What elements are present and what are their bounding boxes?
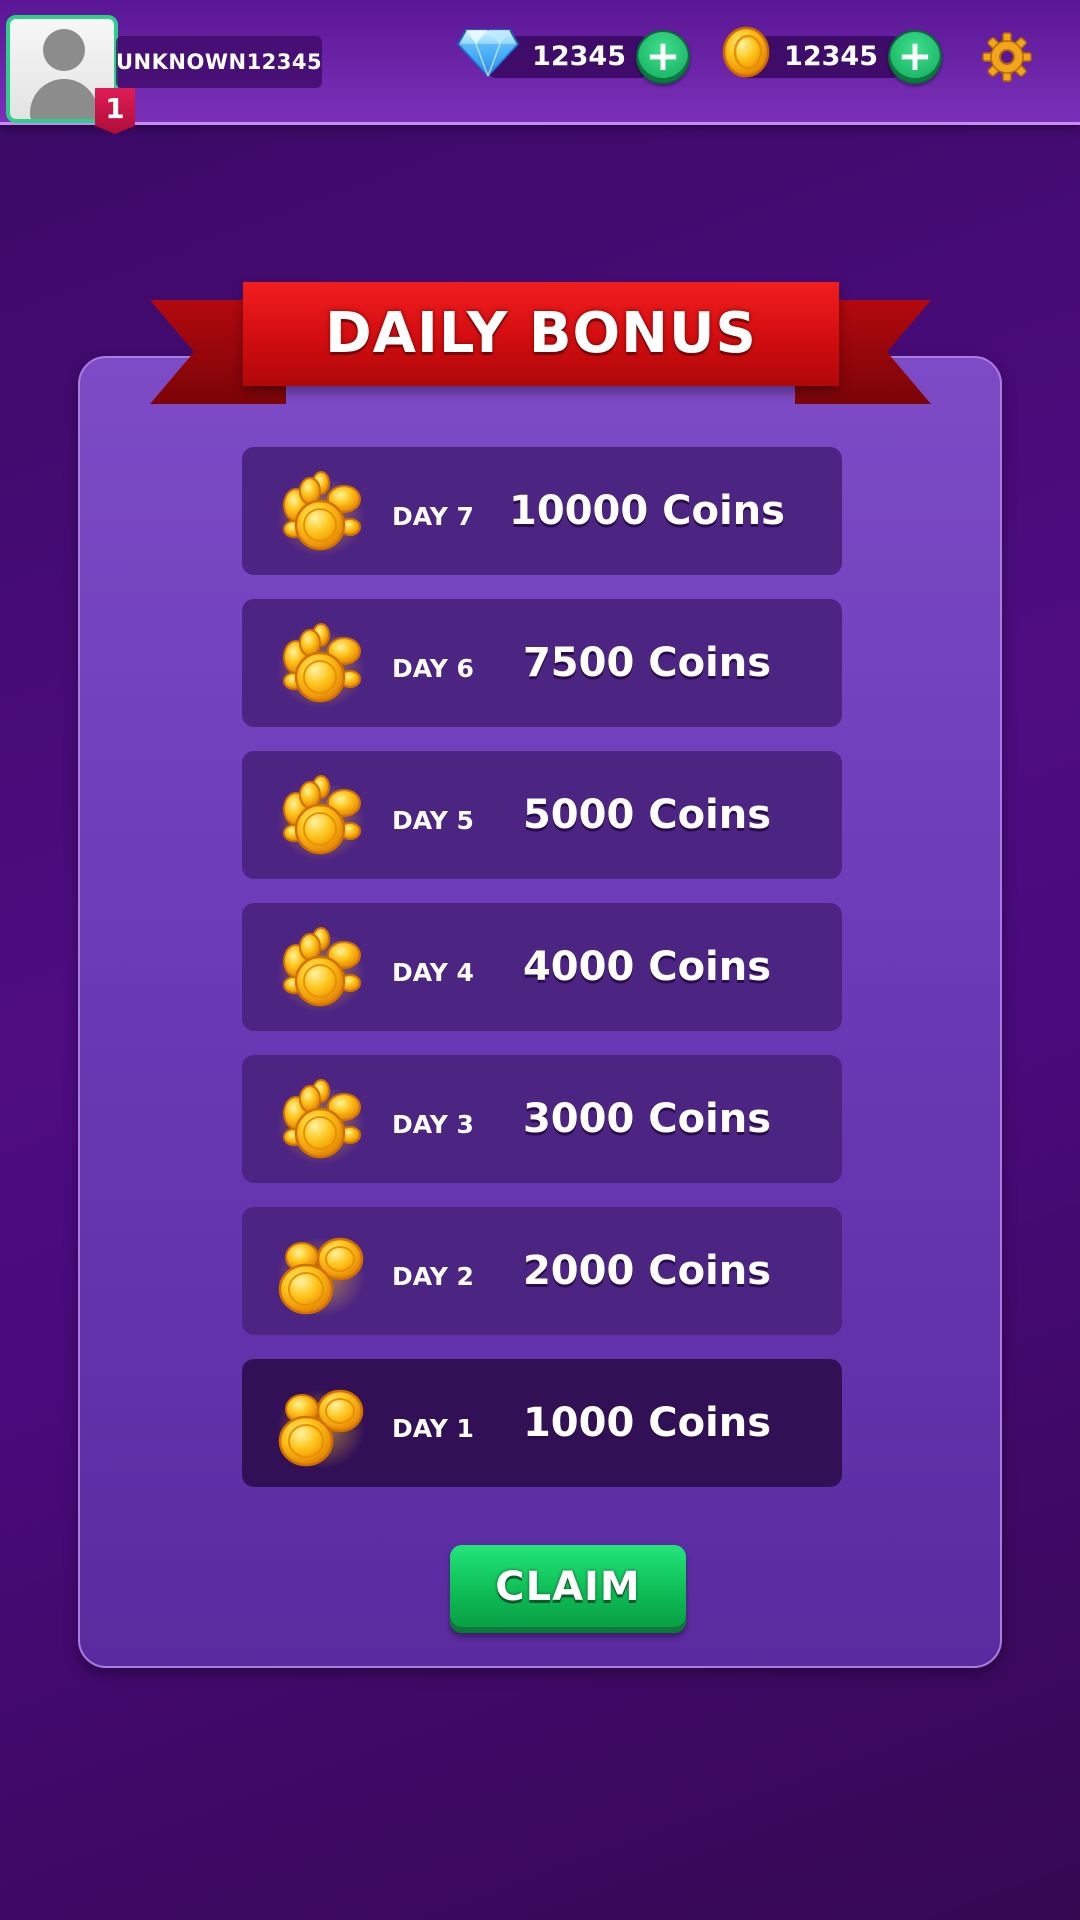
reward-row-day-7: DAY 7 10000 Coins: [242, 447, 842, 575]
reward-row-day-4: DAY 4 4000 Coins: [242, 903, 842, 1031]
gold-coin-icon: [722, 26, 770, 78]
username: UNKNOWN12345: [116, 36, 322, 88]
day-label: DAY 6: [392, 654, 474, 683]
reward-row-day-3: DAY 3 3000 Coins: [242, 1055, 842, 1183]
user-silhouette-body: [30, 79, 98, 119]
gear-icon[interactable]: [982, 32, 1032, 82]
day-label: DAY 3: [392, 1110, 474, 1139]
level-badge: 1: [95, 88, 135, 134]
coin-pile-icon: [276, 1078, 366, 1163]
reward-amount: 3000 Coins: [522, 1096, 772, 1142]
reward-amount: 10000 Coins: [509, 488, 785, 534]
reward-amount: 7500 Coins: [522, 640, 772, 686]
coin-pair-icon: [276, 1235, 366, 1315]
day-label: DAY 4: [392, 958, 474, 987]
day-label: DAY 7: [392, 502, 474, 531]
claim-button[interactable]: CLAIM: [450, 1545, 686, 1633]
day-label: DAY 2: [392, 1262, 474, 1291]
top-bar: UNKNOWN12345 1 12345 + 12345 +: [0, 0, 1080, 134]
coin-pile-icon: [276, 926, 366, 1011]
add-coins-button[interactable]: +: [888, 30, 942, 84]
diamond-icon: [456, 29, 520, 78]
coin-pile-icon: [276, 774, 366, 859]
add-gems-button[interactable]: +: [636, 30, 690, 84]
dialog-title: DAILY BONUS: [243, 282, 839, 386]
reward-amount: 1000 Coins: [522, 1400, 772, 1446]
reward-row-day-5: DAY 5 5000 Coins: [242, 751, 842, 879]
reward-row-day-2: DAY 2 2000 Coins: [242, 1207, 842, 1335]
coin-pile-icon: [276, 622, 366, 707]
coin-pile-icon: [276, 470, 366, 555]
user-silhouette-icon: [43, 29, 85, 71]
day-label: DAY 5: [392, 806, 474, 835]
reward-amount: 4000 Coins: [522, 944, 772, 990]
reward-amount: 2000 Coins: [522, 1248, 772, 1294]
gem-amount: 12345: [532, 41, 626, 72]
reward-row-day-1: DAY 1 1000 Coins: [242, 1359, 842, 1487]
coin-amount: 12345: [784, 41, 878, 72]
coin-pair-icon: [276, 1387, 366, 1467]
reward-row-day-6: DAY 6 7500 Coins: [242, 599, 842, 727]
day-label: DAY 1: [392, 1414, 474, 1443]
reward-amount: 5000 Coins: [522, 792, 772, 838]
